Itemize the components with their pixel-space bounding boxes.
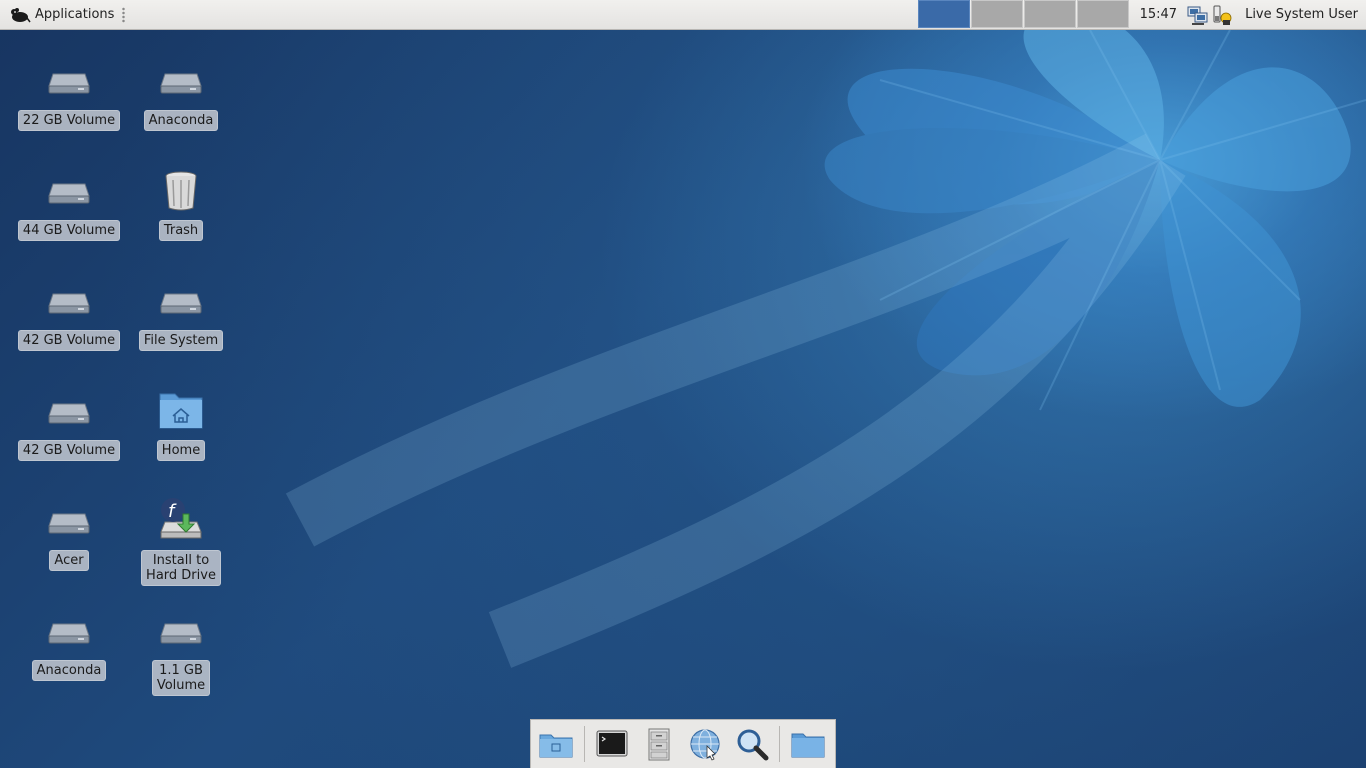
drive-harddisk-icon [45, 386, 93, 434]
drive-harddisk-icon [45, 56, 93, 104]
desktop-icon-label: 44 GB Volume [17, 220, 121, 241]
desktop-icon[interactable]: 44 GB Volume [14, 166, 124, 241]
drive-harddisk-icon [45, 606, 93, 654]
fedora-install-icon: f [157, 496, 205, 544]
dock-terminal-button[interactable] [593, 724, 632, 764]
drive-harddisk-icon [157, 276, 205, 324]
dock-folder-button[interactable] [788, 724, 827, 764]
system-tray [1187, 0, 1235, 30]
desktop-icon-label: File System [138, 330, 224, 351]
desktop-icon[interactable]: Home [126, 386, 236, 461]
desktop-folder-icon [539, 734, 573, 758]
desktop-icon-label: 1.1 GB Volume [151, 660, 211, 696]
desktop-icon[interactable]: Anaconda [14, 606, 124, 681]
desktop-icon-label: Home [156, 440, 206, 461]
desktop-icon[interactable]: 1.1 GB Volume [126, 606, 236, 696]
dock [530, 719, 836, 768]
top-panel: Applications 15:47 Live System User [0, 0, 1366, 30]
desktop-icon-label: 22 GB Volume [17, 110, 121, 131]
desktop-icon[interactable]: File System [126, 276, 236, 351]
panel-separator [122, 6, 126, 23]
dock-web-browser-button[interactable] [686, 724, 725, 764]
workspace-4[interactable] [1076, 0, 1129, 28]
desktop-icon[interactable]: 22 GB Volume [14, 56, 124, 131]
desktop-icon[interactable]: 42 GB Volume [14, 386, 124, 461]
dock-file-manager-button[interactable] [639, 724, 678, 764]
workspace-3[interactable] [1023, 0, 1076, 28]
workspace-2[interactable] [970, 0, 1023, 28]
trash-icon [157, 166, 205, 214]
drive-harddisk-icon [157, 56, 205, 104]
desktop-icon-label: Acer [49, 550, 89, 571]
drive-harddisk-icon [45, 276, 93, 324]
desktop-icon[interactable]: 42 GB Volume [14, 276, 124, 351]
folder-icon [791, 733, 825, 758]
desktop-icon-label: Install to Hard Drive [141, 550, 221, 586]
applications-label: Applications [35, 7, 115, 22]
terminal-icon [596, 730, 628, 757]
clock[interactable]: 15:47 [1140, 7, 1177, 22]
desktop-icon-label: Anaconda [143, 110, 219, 131]
dock-desktop-button[interactable] [537, 724, 576, 764]
desktop-icon[interactable]: Anaconda [126, 56, 236, 131]
desktop-icon[interactable]: Trash [126, 166, 236, 241]
user-menu[interactable]: Live System User [1245, 7, 1358, 22]
workspace-switcher[interactable] [917, 0, 1130, 30]
desktop-icon[interactable]: f Install to Hard Drive [126, 496, 236, 586]
desktop-icon[interactable]: Acer [14, 496, 124, 571]
desktop-icon-label: 42 GB Volume [17, 330, 121, 351]
search-icon [737, 729, 769, 761]
desktop-icon-label: 42 GB Volume [17, 440, 121, 461]
power-manager-icon[interactable] [1211, 4, 1233, 26]
desktop-icon-label: Anaconda [31, 660, 107, 681]
dock-search-button[interactable] [733, 724, 772, 764]
applications-menu[interactable]: Applications [0, 0, 120, 30]
drive-harddisk-icon [157, 606, 205, 654]
home-folder-icon [157, 386, 205, 434]
desktop[interactable]: Applications 15:47 Live System User 22 G… [0, 0, 1366, 768]
network-icon[interactable] [1187, 4, 1209, 26]
web-browser-icon [690, 729, 720, 761]
dock-separator [583, 726, 585, 762]
workspace-1[interactable] [917, 0, 970, 28]
xfce-mouse-icon [11, 7, 31, 22]
desktop-icon-label: Trash [158, 220, 204, 241]
file-cabinet-icon [648, 728, 670, 761]
dock-separator [779, 726, 781, 762]
drive-harddisk-icon [45, 496, 93, 544]
drive-harddisk-icon [45, 166, 93, 214]
